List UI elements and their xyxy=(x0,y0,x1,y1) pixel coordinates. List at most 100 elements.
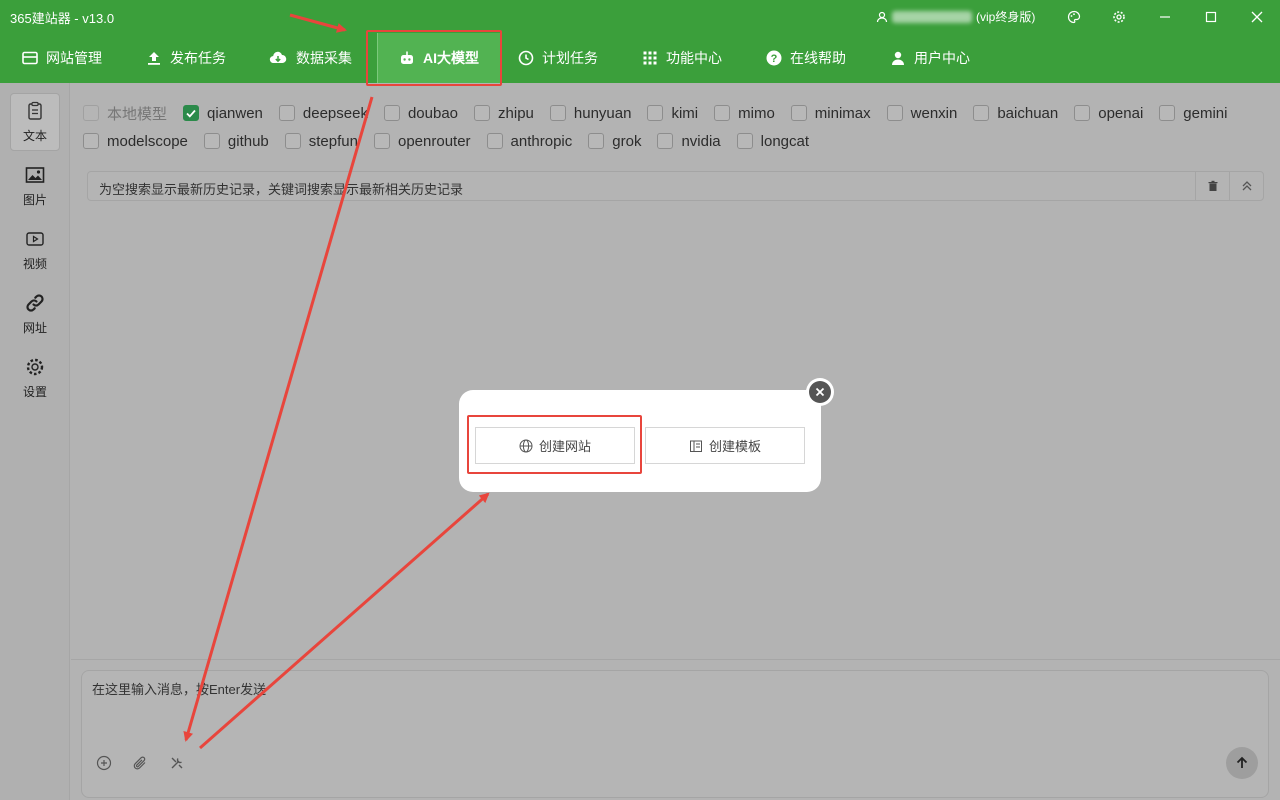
model-option[interactable]: hunyuan xyxy=(549,105,631,122)
model-option[interactable]: 本地模型 xyxy=(83,103,167,124)
checkbox[interactable] xyxy=(83,105,99,121)
model-option[interactable]: doubao xyxy=(383,104,459,122)
checkbox[interactable] xyxy=(474,105,491,121)
document-icon xyxy=(28,101,42,120)
model-label: 本地模型 xyxy=(107,105,168,123)
sidebar-item-image[interactable]: 图片 xyxy=(10,157,60,215)
clear-history-button[interactable] xyxy=(1195,172,1229,200)
model-label: stepfun xyxy=(308,132,358,150)
model-option[interactable]: nvidia xyxy=(657,133,721,150)
composer-area xyxy=(71,659,1280,800)
model-label: grok xyxy=(612,132,642,150)
redacted-username xyxy=(892,10,972,23)
create-template-button[interactable]: 创建模板 xyxy=(645,427,805,464)
checkbox[interactable] xyxy=(714,105,731,121)
cloud-download-icon xyxy=(269,51,287,64)
nav-item-ai-model[interactable]: AI大模型 xyxy=(377,33,501,83)
nav-item-scheduled-task[interactable]: 计划任务 xyxy=(518,33,598,83)
checkbox[interactable] xyxy=(383,105,400,121)
checkbox[interactable] xyxy=(736,133,753,149)
robot-icon xyxy=(401,51,413,64)
minimize-icon xyxy=(1160,16,1170,18)
maximize-button[interactable] xyxy=(1200,6,1222,28)
model-option[interactable]: longcat xyxy=(736,133,809,150)
model-label: deepseek xyxy=(302,104,368,122)
skin-button[interactable] xyxy=(1063,6,1085,28)
checkbox[interactable] xyxy=(588,133,605,149)
model-option[interactable]: anthropic xyxy=(486,133,572,150)
sidebar-label: 视频 xyxy=(22,256,47,271)
model-option[interactable]: mimo xyxy=(714,105,775,122)
checkbox[interactable] xyxy=(886,105,903,121)
close-modal-button[interactable] xyxy=(806,378,834,406)
template-icon xyxy=(689,440,702,452)
model-option[interactable]: zhipu xyxy=(474,105,534,122)
create-site-button[interactable]: 创建网站 xyxy=(475,427,635,464)
checkbox[interactable] xyxy=(973,105,990,121)
nav-item-website-management[interactable]: 网站管理 xyxy=(22,33,102,83)
user-label: (vip终身版) xyxy=(976,10,1036,24)
close-window-button[interactable] xyxy=(1246,6,1268,28)
checkbox[interactable] xyxy=(183,105,200,121)
tools-button[interactable] xyxy=(167,753,187,773)
model-option[interactable]: wenxin xyxy=(886,105,957,122)
model-option[interactable]: deepseek xyxy=(278,104,368,122)
model-label: modelscope xyxy=(107,132,188,150)
gear-icon xyxy=(1113,11,1125,23)
model-option[interactable]: github xyxy=(203,133,269,150)
model-option[interactable]: openai xyxy=(1074,105,1143,122)
close-icon xyxy=(1251,11,1263,23)
checkbox[interactable] xyxy=(284,133,301,149)
create-modal: 创建网站 创建模板 xyxy=(459,390,821,492)
settings-button[interactable] xyxy=(1108,6,1130,28)
checkbox[interactable] xyxy=(83,133,99,149)
sidebar-label: 设置 xyxy=(22,384,47,399)
model-option[interactable]: baichuan xyxy=(973,105,1058,122)
checkbox[interactable] xyxy=(203,133,220,149)
user-info[interactable]: (vip终身版) xyxy=(876,8,1035,25)
sidebar-item-text[interactable]: 文本 xyxy=(10,93,60,151)
collapse-button[interactable] xyxy=(1229,172,1263,200)
model-option[interactable]: minimax xyxy=(790,105,871,122)
checkbox[interactable] xyxy=(373,133,390,149)
minimize-button[interactable] xyxy=(1154,6,1176,28)
checkbox[interactable] xyxy=(1074,105,1091,121)
add-button[interactable] xyxy=(94,753,114,773)
model-label: openrouter xyxy=(397,132,471,150)
checkbox[interactable] xyxy=(486,133,503,149)
model-option[interactable]: modelscope xyxy=(83,133,188,150)
attach-button[interactable] xyxy=(130,753,150,773)
checkbox[interactable] xyxy=(657,133,674,149)
model-option[interactable]: qianwen xyxy=(183,105,263,122)
model-option[interactable]: grok xyxy=(588,133,641,150)
sidebar-item-video[interactable]: 视频 xyxy=(10,221,60,279)
user-outline-icon xyxy=(876,11,888,22)
maximize-icon xyxy=(1205,11,1217,23)
model-label: gemini xyxy=(1183,104,1228,122)
model-option[interactable]: stepfun xyxy=(284,132,358,150)
model-label: doubao xyxy=(407,104,459,122)
history-search[interactable]: 为空搜索显示最新历史记录，关键词搜索显示最新相关历史记录 xyxy=(87,171,1264,201)
message-input[interactable] xyxy=(92,679,992,719)
model-option[interactable]: openrouter xyxy=(373,132,471,150)
sidebar-label: 文本 xyxy=(22,128,47,143)
checkbox[interactable] xyxy=(1159,105,1176,121)
nav-item-online-help[interactable]: ? 在线帮助 xyxy=(766,33,846,83)
checkbox[interactable] xyxy=(549,105,566,121)
model-label: qianwen xyxy=(207,104,263,122)
sidebar-item-url[interactable]: 网址 xyxy=(10,285,60,343)
checkbox[interactable] xyxy=(278,105,295,121)
model-option[interactable]: gemini xyxy=(1159,105,1227,122)
model-row-1: 本地模型 qianwen deepseek doubao zhipu hunyuan kim… xyxy=(83,99,1273,127)
nav-item-user-center[interactable]: 用户中心 xyxy=(890,33,970,83)
sidebar-item-settings[interactable]: 设置 xyxy=(10,349,60,407)
model-option[interactable]: kimi xyxy=(647,105,698,122)
nav-item-function-center[interactable]: 功能中心 xyxy=(642,33,722,83)
checkbox[interactable] xyxy=(790,105,807,121)
checkbox[interactable] xyxy=(647,105,664,121)
check-icon xyxy=(186,109,196,118)
send-button[interactable] xyxy=(1226,747,1258,779)
nav-item-publish-task[interactable]: 发布任务 xyxy=(146,33,226,83)
sidebar-label: 图片 xyxy=(22,192,47,207)
nav-item-data-collection[interactable]: 数据采集 xyxy=(268,33,352,83)
